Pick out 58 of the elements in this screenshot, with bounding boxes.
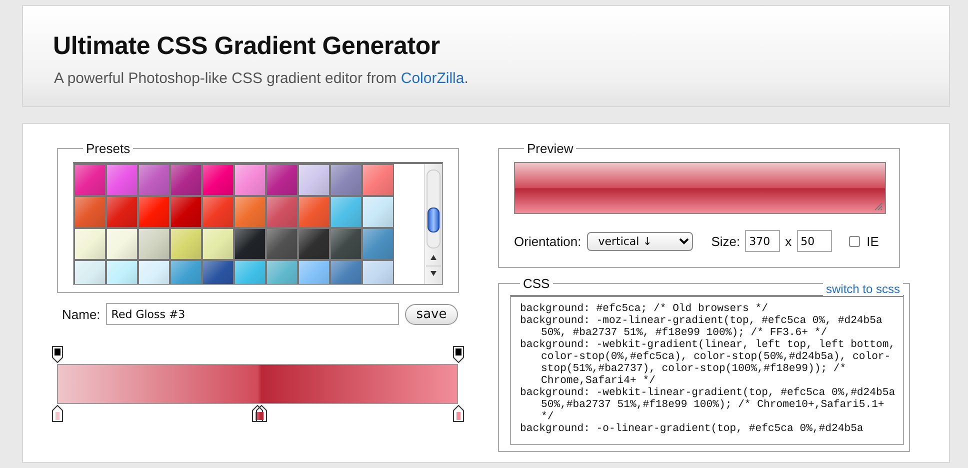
width-field[interactable]: 370 xyxy=(745,230,780,252)
orientation-dropdown[interactable]: vertical ↓ xyxy=(587,232,694,250)
page-subtitle: A powerful Photoshop-like CSS gradient editor from ColorZilla. xyxy=(54,70,470,87)
gradient-swatch[interactable] xyxy=(363,229,393,259)
gradient-swatch[interactable] xyxy=(171,165,201,195)
gradient-swatch[interactable] xyxy=(203,197,233,227)
ie-label: IE xyxy=(866,234,879,248)
gradient-swatch[interactable] xyxy=(107,229,137,259)
gradient-swatch[interactable] xyxy=(267,229,297,259)
gradient-swatch[interactable] xyxy=(235,165,265,195)
preview-legend: Preview xyxy=(524,141,576,156)
presets-legend: Presets xyxy=(83,141,134,156)
gradient-swatch[interactable] xyxy=(203,165,233,195)
height-field[interactable]: 50 xyxy=(796,230,832,252)
gradient-swatch[interactable] xyxy=(235,197,265,227)
color-stop-marker[interactable] xyxy=(256,405,267,422)
opacity-stop-marker[interactable] xyxy=(452,346,464,363)
ie-checkbox[interactable] xyxy=(848,236,860,246)
gradient-swatch[interactable] xyxy=(299,229,329,259)
gradient-swatch[interactable] xyxy=(331,229,361,259)
gradient-swatch[interactable] xyxy=(139,229,169,259)
opacity-stop-marker[interactable] xyxy=(52,346,62,363)
name-field[interactable]: Red Gloss #3 xyxy=(106,303,400,325)
orientation-label: Orientation: xyxy=(514,234,582,248)
css-code-line: background: #efc5ca; /* Old browsers */ xyxy=(520,303,769,315)
vertical-scrollbar[interactable] xyxy=(424,164,442,284)
gradient-swatch[interactable] xyxy=(139,197,169,227)
switch-to-scss-link[interactable]: switch to scss xyxy=(822,282,903,296)
gradient-swatch[interactable] xyxy=(331,165,361,195)
gradient-swatch[interactable] xyxy=(171,197,201,227)
gradient-swatch[interactable] xyxy=(203,229,233,259)
gradient-swatch[interactable] xyxy=(363,197,393,227)
page-title: Ultimate CSS Gradient Generator xyxy=(53,32,441,61)
color-stop-marker[interactable] xyxy=(52,405,62,422)
gradient-swatch[interactable] xyxy=(299,197,329,227)
gradient-swatch[interactable] xyxy=(299,165,329,195)
name-label: Name: xyxy=(62,306,100,322)
size-label: Size: xyxy=(711,234,740,248)
gradient-swatch[interactable] xyxy=(139,165,169,195)
times-sign: x xyxy=(785,234,792,248)
colorzilla-link[interactable]: ColorZilla xyxy=(400,70,464,87)
css-legend: CSS xyxy=(520,276,553,291)
gradient-bar[interactable] xyxy=(57,364,458,404)
gradient-swatch[interactable] xyxy=(267,197,297,227)
gradient-swatch[interactable] xyxy=(363,165,393,195)
save-button[interactable]: save xyxy=(405,304,458,324)
css-code-line: background: -o-linear-gradient(top, #efc5ca 0%,#d24b5a xyxy=(520,423,864,435)
gradient-swatch[interactable] xyxy=(267,165,297,195)
gradient-swatch[interactable] xyxy=(107,165,137,195)
gradient-swatch[interactable] xyxy=(107,197,137,227)
gradient-swatch[interactable] xyxy=(171,229,201,259)
gradient-swatch[interactable] xyxy=(75,165,105,195)
gradient-swatch[interactable] xyxy=(75,229,105,259)
gradient-swatch[interactable] xyxy=(331,197,361,227)
gradient-swatch[interactable] xyxy=(235,229,265,259)
resize-grip-icon[interactable] xyxy=(874,202,883,211)
gradient-swatch[interactable] xyxy=(75,197,105,227)
color-stop-marker[interactable] xyxy=(452,405,464,422)
